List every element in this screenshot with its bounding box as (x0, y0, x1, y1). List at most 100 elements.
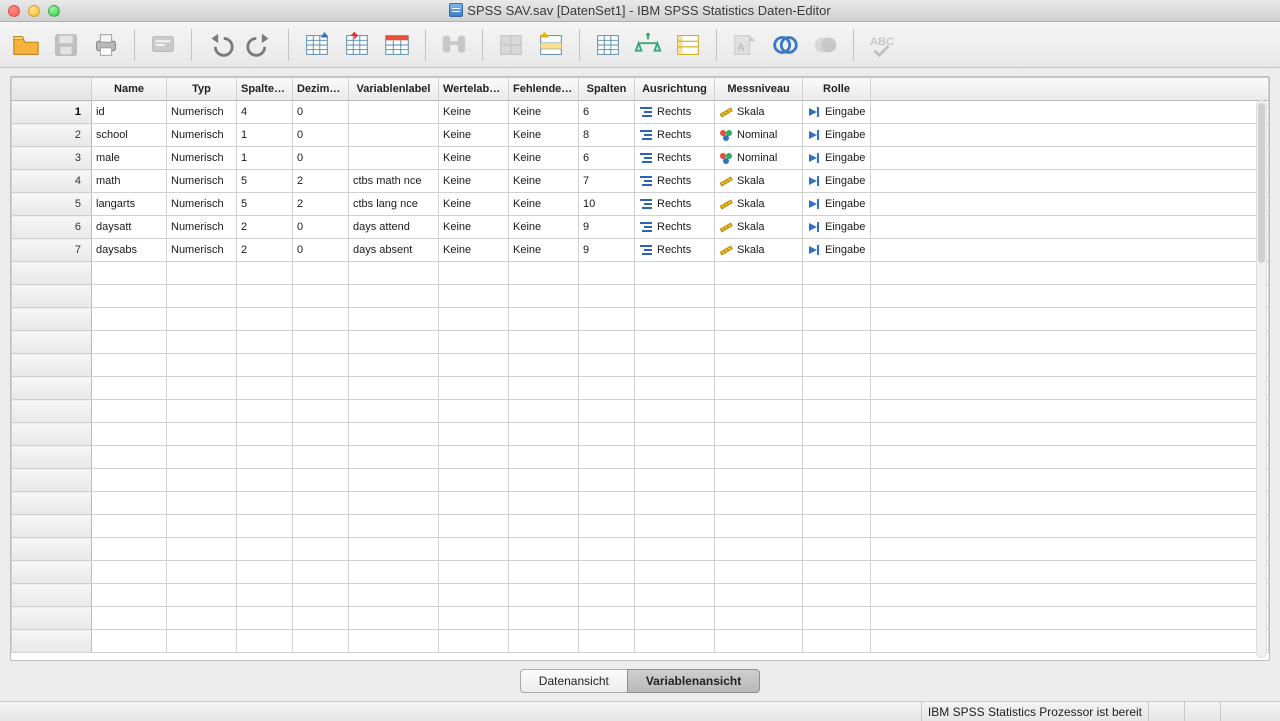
empty-cell[interactable] (293, 423, 349, 446)
empty-cell[interactable] (803, 400, 871, 423)
cell-decimals[interactable]: 0 (293, 216, 349, 239)
row-number[interactable]: 4 (12, 170, 92, 193)
empty-cell[interactable] (579, 492, 635, 515)
minimize-window-button[interactable] (28, 5, 40, 17)
empty-cell[interactable] (635, 377, 715, 400)
empty-cell[interactable] (635, 308, 715, 331)
empty-cell[interactable] (293, 377, 349, 400)
empty-cell[interactable] (167, 630, 237, 653)
cell-width[interactable]: 5 (237, 193, 293, 216)
empty-cell[interactable] (167, 492, 237, 515)
empty-cell[interactable] (237, 584, 293, 607)
empty-cell[interactable] (92, 308, 167, 331)
empty-cell[interactable] (635, 469, 715, 492)
cell-decimals[interactable]: 0 (293, 124, 349, 147)
empty-cell[interactable] (635, 285, 715, 308)
empty-cell[interactable] (92, 262, 167, 285)
row-number[interactable]: 7 (12, 239, 92, 262)
empty-cell[interactable] (803, 354, 871, 377)
empty-cell[interactable] (509, 469, 579, 492)
row-number[interactable]: 8 (12, 262, 92, 285)
empty-cell[interactable] (439, 262, 509, 285)
cell-label[interactable] (349, 147, 439, 170)
empty-row[interactable]: 19 (12, 515, 1269, 538)
empty-cell[interactable] (635, 584, 715, 607)
cell-name[interactable]: daysabs (92, 239, 167, 262)
cell-measure[interactable]: Skala (715, 170, 803, 193)
variable-row[interactable]: 1idNumerisch40KeineKeine6RechtsSkalaEing… (12, 101, 1269, 124)
variables-button[interactable] (379, 27, 415, 63)
empty-cell[interactable] (293, 308, 349, 331)
row-number[interactable]: 18 (12, 492, 92, 515)
empty-cell[interactable] (293, 446, 349, 469)
cell-values[interactable]: Keine (439, 193, 509, 216)
print-button[interactable] (88, 27, 124, 63)
empty-cell[interactable] (803, 515, 871, 538)
spell-check-button[interactable]: ABC (864, 27, 900, 63)
empty-cell[interactable] (349, 308, 439, 331)
empty-cell[interactable] (237, 630, 293, 653)
empty-cell[interactable] (92, 607, 167, 630)
goto-case-button[interactable] (299, 27, 335, 63)
empty-cell[interactable] (349, 492, 439, 515)
row-number[interactable]: 17 (12, 469, 92, 492)
empty-cell[interactable] (715, 515, 803, 538)
row-number[interactable]: 19 (12, 515, 92, 538)
empty-cell[interactable] (293, 469, 349, 492)
cell-decimals[interactable]: 2 (293, 193, 349, 216)
row-number[interactable]: 15 (12, 423, 92, 446)
empty-cell[interactable] (293, 515, 349, 538)
empty-row[interactable]: 15 (12, 423, 1269, 446)
empty-cell[interactable] (349, 446, 439, 469)
row-number[interactable]: 6 (12, 216, 92, 239)
empty-cell[interactable] (293, 492, 349, 515)
row-number[interactable]: 5 (12, 193, 92, 216)
cell-name[interactable]: langarts (92, 193, 167, 216)
zoom-window-button[interactable] (48, 5, 60, 17)
empty-cell[interactable] (92, 354, 167, 377)
empty-cell[interactable] (439, 561, 509, 584)
empty-cell[interactable] (635, 607, 715, 630)
col-role[interactable]: Rolle (803, 78, 871, 101)
cell-label[interactable]: ctbs math nce (349, 170, 439, 193)
row-number[interactable]: 1 (12, 101, 92, 124)
cell-measure[interactable]: Skala (715, 193, 803, 216)
empty-cell[interactable] (635, 400, 715, 423)
cell-align[interactable]: Rechts (635, 101, 715, 124)
row-number[interactable]: 16 (12, 446, 92, 469)
recall-dialog-button[interactable] (145, 27, 181, 63)
cell-label[interactable] (349, 101, 439, 124)
empty-cell[interactable] (509, 285, 579, 308)
empty-cell[interactable] (715, 446, 803, 469)
empty-cell[interactable] (635, 446, 715, 469)
cell-width[interactable]: 1 (237, 147, 293, 170)
cell-missing[interactable]: Keine (509, 147, 579, 170)
empty-cell[interactable] (803, 607, 871, 630)
redo-button[interactable] (242, 27, 278, 63)
empty-cell[interactable] (715, 492, 803, 515)
empty-cell[interactable] (635, 515, 715, 538)
cell-values[interactable]: Keine (439, 147, 509, 170)
cell-type[interactable]: Numerisch (167, 193, 237, 216)
empty-cell[interactable] (439, 515, 509, 538)
empty-cell[interactable] (237, 262, 293, 285)
cell-measure[interactable]: Skala (715, 216, 803, 239)
empty-cell[interactable] (439, 446, 509, 469)
empty-cell[interactable] (167, 285, 237, 308)
empty-cell[interactable] (349, 630, 439, 653)
empty-cell[interactable] (803, 561, 871, 584)
cell-missing[interactable]: Keine (509, 124, 579, 147)
empty-cell[interactable] (237, 354, 293, 377)
cell-role[interactable]: Eingabe (803, 101, 871, 124)
open-file-button[interactable] (8, 27, 44, 63)
cell-label[interactable]: ctbs lang nce (349, 193, 439, 216)
cell-role[interactable]: Eingabe (803, 124, 871, 147)
empty-cell[interactable] (439, 308, 509, 331)
empty-cell[interactable] (349, 423, 439, 446)
variable-row[interactable]: 3maleNumerisch10KeineKeine6RechtsNominal… (12, 147, 1269, 170)
empty-cell[interactable] (509, 584, 579, 607)
cell-values[interactable]: Keine (439, 170, 509, 193)
cell-align[interactable]: Rechts (635, 147, 715, 170)
empty-cell[interactable] (715, 354, 803, 377)
empty-cell[interactable] (167, 377, 237, 400)
